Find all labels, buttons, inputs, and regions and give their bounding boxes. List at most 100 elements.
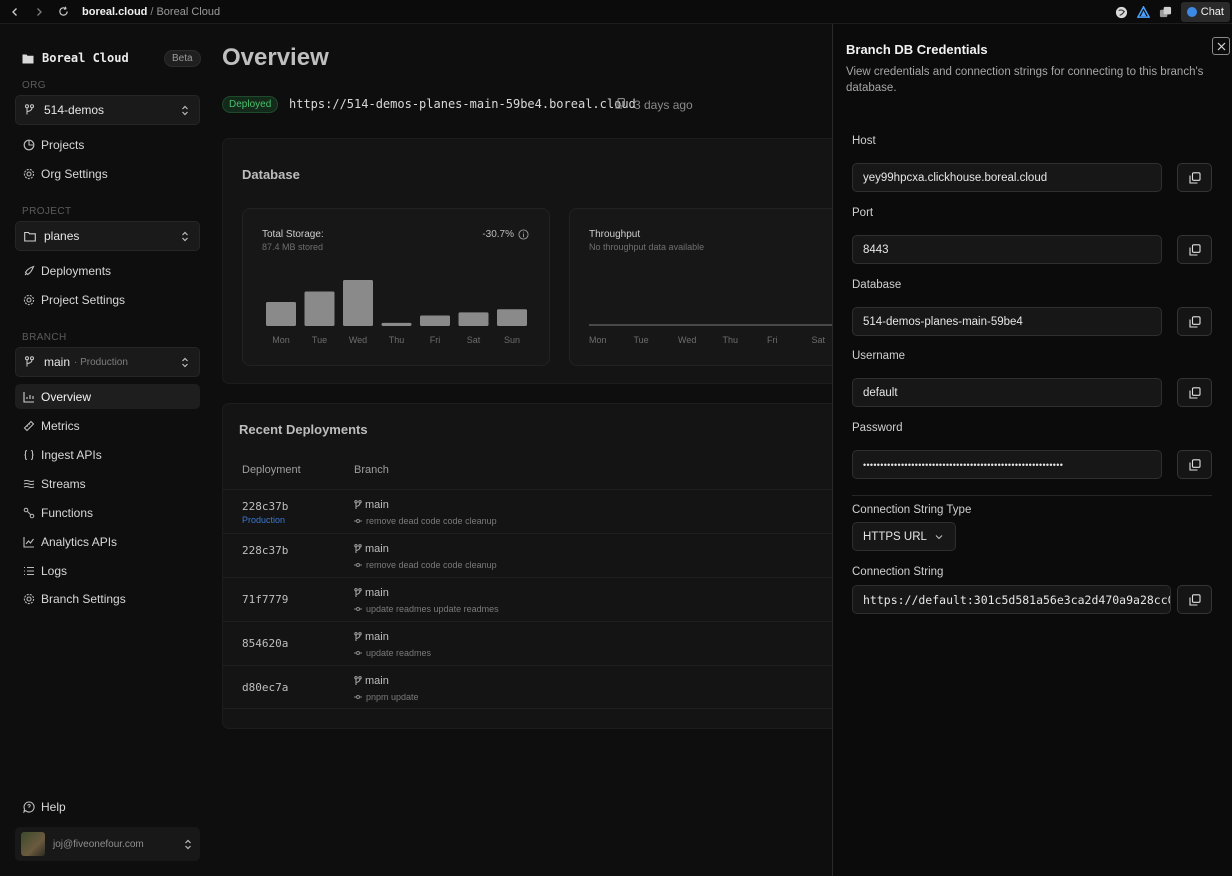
git-branch-icon xyxy=(24,356,38,368)
commit-icon xyxy=(354,607,362,611)
database-panel: Database Total Storage: 87.4 MB stored -… xyxy=(222,138,842,384)
sidebar-item-functions[interactable]: Functions xyxy=(15,500,200,525)
sidebar-item-label: Overview xyxy=(41,389,92,404)
copy-icon[interactable] xyxy=(615,98,625,109)
sidebar-item-label: Logs xyxy=(41,563,68,578)
recent-deployments-panel: Recent Deployments Deployment Branch 228… xyxy=(222,403,842,729)
x-tick-label: Tue xyxy=(312,335,327,345)
copy-icon xyxy=(1188,386,1201,399)
branch-cell: main xyxy=(354,631,389,643)
sidebar-item-label: Branch Settings xyxy=(41,591,126,606)
sidebar-item-deployments[interactable]: Deployments xyxy=(15,258,200,283)
port-field[interactable]: 8443 xyxy=(852,235,1162,264)
copy-username-button[interactable] xyxy=(1177,378,1212,407)
chat-label: Chat xyxy=(1200,6,1224,18)
table-row[interactable]: 71f7779 main update readmes update readm… xyxy=(223,577,842,621)
sidebar-item-analytics-apis[interactable]: Analytics APIs xyxy=(15,529,200,554)
database-title: Database xyxy=(242,167,300,182)
commit-icon xyxy=(354,651,362,655)
throughput-line-chart: Mon Tue Wed Thu Fri Sat xyxy=(589,324,842,345)
beta-badge: Beta xyxy=(164,50,201,67)
connection-string-field[interactable]: https://default:301c5d581a56e3ca2d470a9a… xyxy=(852,585,1171,614)
host-field[interactable]: yey99hpcxa.clickhouse.boreal.cloud xyxy=(852,163,1162,192)
close-button[interactable] xyxy=(1212,37,1230,55)
extension-globe-icon[interactable] xyxy=(1115,5,1129,19)
chevron-updown-icon xyxy=(184,839,192,850)
commit-icon xyxy=(354,695,362,699)
copy-port-button[interactable] xyxy=(1177,235,1212,264)
username-field[interactable]: default xyxy=(852,378,1162,407)
page-title: Overview xyxy=(222,44,329,71)
line-chart-icon xyxy=(22,535,35,548)
sidebar-item-streams[interactable]: Streams xyxy=(15,471,200,496)
waves-icon xyxy=(22,477,35,490)
extension-windows-icon[interactable] xyxy=(1159,5,1173,19)
sidebar-item-ingest-apis[interactable]: Ingest APIs xyxy=(15,442,200,467)
page-title-text: Boreal Cloud xyxy=(156,5,221,18)
address-domain[interactable]: boreal.cloud xyxy=(82,6,147,18)
database-field[interactable]: 514-demos-planes-main-59be4 xyxy=(852,307,1162,336)
x-tick-label: Mon xyxy=(272,335,290,345)
chat-button[interactable]: Chat xyxy=(1180,2,1230,22)
branch-cell: main xyxy=(354,499,389,511)
x-tick-label: Tue xyxy=(634,335,649,345)
user-menu[interactable]: joj@fiveonefour.com xyxy=(15,827,200,861)
extension-triangle-icon[interactable] xyxy=(1137,5,1151,19)
branch-selector-value: main xyxy=(44,355,71,369)
copy-connection-string-button[interactable] xyxy=(1177,585,1212,614)
sidebar-item-projects[interactable]: Projects xyxy=(15,132,200,157)
back-icon[interactable] xyxy=(6,3,24,21)
sidebar-item-branch-settings[interactable]: Branch Settings xyxy=(15,586,200,611)
git-branch-icon xyxy=(354,500,362,509)
branch-section-label: BRANCH xyxy=(22,332,67,343)
sidebar-item-org-settings[interactable]: Org Settings xyxy=(15,161,200,186)
x-tick-label: Sat xyxy=(812,335,826,345)
copy-icon xyxy=(1188,315,1201,328)
deployment-id: 228c37b xyxy=(242,544,289,557)
org-selector[interactable]: 514-demos xyxy=(15,95,200,125)
branch-selector[interactable]: main · Production xyxy=(15,347,200,377)
branch-cell: main xyxy=(354,543,389,555)
commit-message: update readmes update readmes xyxy=(354,604,499,614)
reload-icon[interactable] xyxy=(54,3,72,21)
sidebar-item-metrics[interactable]: Metrics xyxy=(15,413,200,438)
storage-bar xyxy=(420,315,450,326)
sidebar-item-label: Deployments xyxy=(41,263,112,278)
branch-cell: main xyxy=(354,587,389,599)
sidebar-item-logs[interactable]: Logs xyxy=(15,558,200,583)
brand[interactable]: Boreal Cloud xyxy=(22,51,129,65)
gear-icon xyxy=(22,592,35,605)
brand-name: Boreal Cloud xyxy=(42,51,129,65)
connection-type-select[interactable]: HTTPS URL xyxy=(852,522,956,551)
sidebar-item-project-settings[interactable]: Project Settings xyxy=(15,287,200,312)
copy-icon xyxy=(1188,458,1201,471)
sidebar-item-overview[interactable]: Overview xyxy=(15,384,200,409)
browser-toolbar: boreal.cloud / Boreal Cloud Chat xyxy=(0,0,1232,24)
forward-icon[interactable] xyxy=(30,3,48,21)
table-row[interactable]: d80ec7a main pnpm update xyxy=(223,665,842,709)
copy-host-button[interactable] xyxy=(1177,163,1212,192)
help-label: Help xyxy=(41,799,66,814)
password-field[interactable]: ••••••••••••••••••••••••••••••••••••••••… xyxy=(852,450,1162,479)
table-row[interactable]: 228c37b main remove dead code code clean… xyxy=(223,533,842,577)
table-row[interactable]: 228c37b Production main remove dead code… xyxy=(223,489,842,533)
branch-cell: main xyxy=(354,675,389,687)
copy-password-button[interactable] xyxy=(1177,450,1212,479)
sidebar-item-label: Ingest APIs xyxy=(41,447,102,462)
org-selector-value: 514-demos xyxy=(44,103,105,117)
sidebar-item-label: Streams xyxy=(41,476,86,491)
sidebar-item-label: Project Settings xyxy=(41,292,126,307)
deployment-url[interactable]: https://514-demos-planes-main-59be4.bore… xyxy=(289,97,636,111)
git-branch-icon xyxy=(354,544,362,553)
project-selector[interactable]: planes xyxy=(15,221,200,251)
chevron-updown-icon xyxy=(181,231,189,242)
commit-message: update readmes xyxy=(354,648,431,658)
copy-database-button[interactable] xyxy=(1177,307,1212,336)
sheet-description: View credentials and connection strings … xyxy=(846,66,1204,94)
storage-bar xyxy=(458,312,489,326)
help-link[interactable]: Help xyxy=(15,794,200,819)
git-branch-icon xyxy=(354,632,362,641)
chat-bubble-icon xyxy=(1186,7,1197,17)
commit-icon xyxy=(354,563,362,567)
table-row[interactable]: 854620a main update readmes xyxy=(223,621,842,665)
